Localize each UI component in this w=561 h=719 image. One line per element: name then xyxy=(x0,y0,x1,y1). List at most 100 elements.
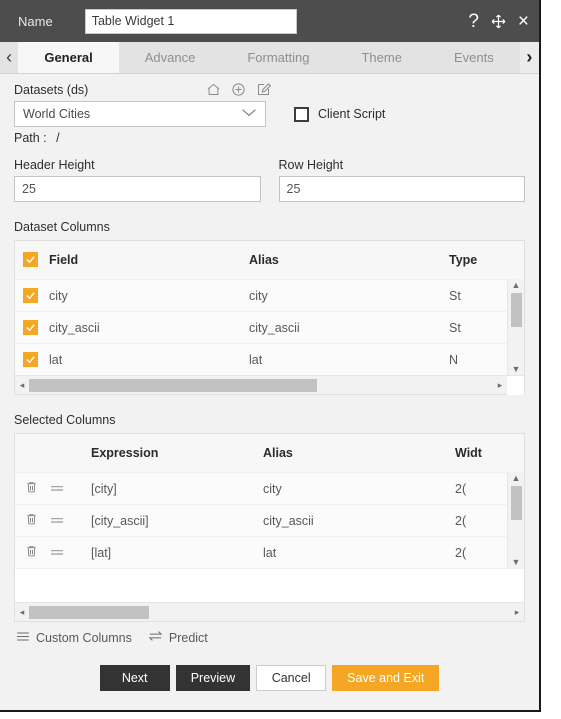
row-height-group: Row Height 25 xyxy=(278,158,525,202)
tab-scroll-left-icon[interactable]: ‹ xyxy=(0,42,19,73)
dataset-columns-grid: Field Alias Type city city St city_ascii… xyxy=(14,240,525,395)
column-header-expression[interactable]: Expression xyxy=(91,446,263,460)
path-value: / xyxy=(56,131,60,145)
dataset-columns-vertical-scrollbar[interactable]: ▲ ▼ xyxy=(507,279,524,375)
delete-row-button[interactable] xyxy=(15,544,49,561)
save-and-exit-button[interactable]: Save and Exit xyxy=(332,665,440,691)
dataset-columns-header-row: Field Alias Type xyxy=(15,241,524,279)
checkbox-checked-icon xyxy=(23,319,38,335)
menu-icon xyxy=(16,631,30,645)
checkbox-checked-icon xyxy=(23,287,38,303)
horizontal-scroll-thumb[interactable] xyxy=(29,378,317,392)
cell-expression: [lat] xyxy=(91,545,112,560)
tab-theme[interactable]: Theme xyxy=(335,42,428,73)
cell-expression: [city_ascii] xyxy=(91,513,149,528)
column-header-alias[interactable]: Alias xyxy=(263,446,455,460)
dataset-select-row: World Cities Client Script xyxy=(14,101,525,127)
chevron-down-icon xyxy=(241,108,257,120)
selected-columns-header-row: Expression Alias Widt xyxy=(15,434,524,472)
dataset-columns-horizontal-scrollbar[interactable]: ◂ ▸ xyxy=(15,375,524,395)
swap-arrows-icon xyxy=(148,630,163,645)
selected-columns-title: Selected Columns xyxy=(14,413,116,427)
column-header-type[interactable]: Type xyxy=(449,253,524,267)
delete-row-button[interactable] xyxy=(15,480,49,497)
row-checkbox[interactable] xyxy=(15,319,49,336)
tab-general[interactable]: General xyxy=(18,42,119,73)
scroll-left-icon[interactable]: ◂ xyxy=(15,607,29,618)
widget-properties-dialog: Name Table Widget 1 ? × ‹ General Advanc… xyxy=(0,0,541,712)
path-label: Path : xyxy=(14,131,47,145)
home-icon[interactable] xyxy=(206,82,221,97)
dialog-titlebar: Name Table Widget 1 ? × xyxy=(0,0,539,42)
scroll-up-icon[interactable]: ▲ xyxy=(512,279,521,291)
header-height-group: Header Height 25 xyxy=(14,158,261,202)
table-row[interactable]: [city] city 2( xyxy=(15,472,524,504)
cell-alias: city_ascii xyxy=(263,513,314,528)
column-header-field[interactable]: Field xyxy=(49,253,249,267)
cell-alias: city_ascii xyxy=(249,320,300,335)
table-row[interactable]: city city St xyxy=(15,279,524,311)
column-header-width[interactable]: Widt xyxy=(455,446,524,460)
horizontal-scroll-thumb[interactable] xyxy=(29,605,150,619)
cell-expression: [city] xyxy=(91,481,117,496)
scrollbar-corner xyxy=(507,375,524,395)
datasets-row: Datasets (ds) xyxy=(14,82,525,97)
tab-bar: ‹ General Advance Formatting Theme Event… xyxy=(0,42,539,74)
table-empty-row xyxy=(15,568,524,602)
scroll-up-icon[interactable]: ▲ xyxy=(512,472,521,484)
cell-alias: city xyxy=(263,481,282,496)
row-checkbox[interactable] xyxy=(15,287,49,304)
row-checkbox[interactable] xyxy=(15,351,49,368)
table-row[interactable]: [city_ascii] city_ascii 2( xyxy=(15,504,524,536)
scroll-right-icon[interactable]: ▸ xyxy=(510,607,524,618)
dataset-select[interactable]: World Cities xyxy=(14,101,266,127)
edit-icon[interactable] xyxy=(256,82,272,97)
horizontal-scroll-track[interactable] xyxy=(29,378,493,392)
tab-advance[interactable]: Advance xyxy=(118,42,222,73)
selected-columns-horizontal-scrollbar[interactable]: ◂ ▸ xyxy=(15,602,524,621)
preview-button[interactable]: Preview xyxy=(175,665,251,691)
drag-handle-icon[interactable] xyxy=(49,482,91,496)
cancel-button[interactable]: Cancel xyxy=(256,665,327,691)
column-header-alias[interactable]: Alias xyxy=(249,253,449,267)
tab-events[interactable]: Events xyxy=(427,42,520,73)
close-icon[interactable]: × xyxy=(518,12,529,31)
cell-field: city xyxy=(49,288,68,303)
row-height-input[interactable]: 25 xyxy=(278,176,525,202)
scroll-left-icon[interactable]: ◂ xyxy=(15,380,29,391)
table-row[interactable]: city_ascii city_ascii St xyxy=(15,311,524,343)
predict-button[interactable]: Predict xyxy=(148,630,208,645)
client-script-box-icon xyxy=(294,106,309,122)
selected-columns-grid: Expression Alias Widt [city] city 2([ci… xyxy=(14,433,525,622)
dataset-toolbar xyxy=(206,82,272,97)
selected-columns-vertical-scrollbar[interactable]: ▲ ▼ xyxy=(507,472,524,568)
move-icon[interactable] xyxy=(490,13,507,30)
tab-scroll-right-icon[interactable]: › xyxy=(519,42,539,73)
drag-handle-icon[interactable] xyxy=(49,546,91,560)
custom-columns-label: Custom Columns xyxy=(36,630,132,645)
vertical-scroll-thumb[interactable] xyxy=(510,486,522,520)
cell-alias: lat xyxy=(263,545,277,560)
dialog-action-buttons: Next Preview Cancel Save and Exit xyxy=(14,665,525,691)
table-row[interactable]: [lat] lat 2( xyxy=(15,536,524,568)
help-icon[interactable]: ? xyxy=(468,12,479,31)
add-circle-icon[interactable] xyxy=(231,82,246,97)
drag-handle-icon[interactable] xyxy=(49,514,91,528)
checkbox-checked-icon xyxy=(23,351,38,367)
scroll-down-icon[interactable]: ▼ xyxy=(512,556,521,568)
header-height-input[interactable]: 25 xyxy=(14,176,261,202)
delete-row-button[interactable] xyxy=(15,512,49,529)
horizontal-scroll-track[interactable] xyxy=(29,605,510,619)
widget-name-input[interactable]: Table Widget 1 xyxy=(84,8,297,34)
table-row[interactable]: lat lat N xyxy=(15,343,524,375)
vertical-scroll-thumb[interactable] xyxy=(510,293,522,327)
select-all-checkbox[interactable] xyxy=(15,252,49,268)
custom-columns-button[interactable]: Custom Columns xyxy=(16,631,132,645)
dataset-columns-title: Dataset Columns xyxy=(14,220,110,234)
scroll-right-icon[interactable]: ▸ xyxy=(493,380,507,391)
tab-formatting[interactable]: Formatting xyxy=(221,42,336,73)
client-script-checkbox[interactable]: Client Script xyxy=(294,106,385,122)
path-row: Path : / xyxy=(14,131,525,145)
next-button[interactable]: Next xyxy=(99,665,170,691)
scroll-down-icon[interactable]: ▼ xyxy=(512,363,521,375)
